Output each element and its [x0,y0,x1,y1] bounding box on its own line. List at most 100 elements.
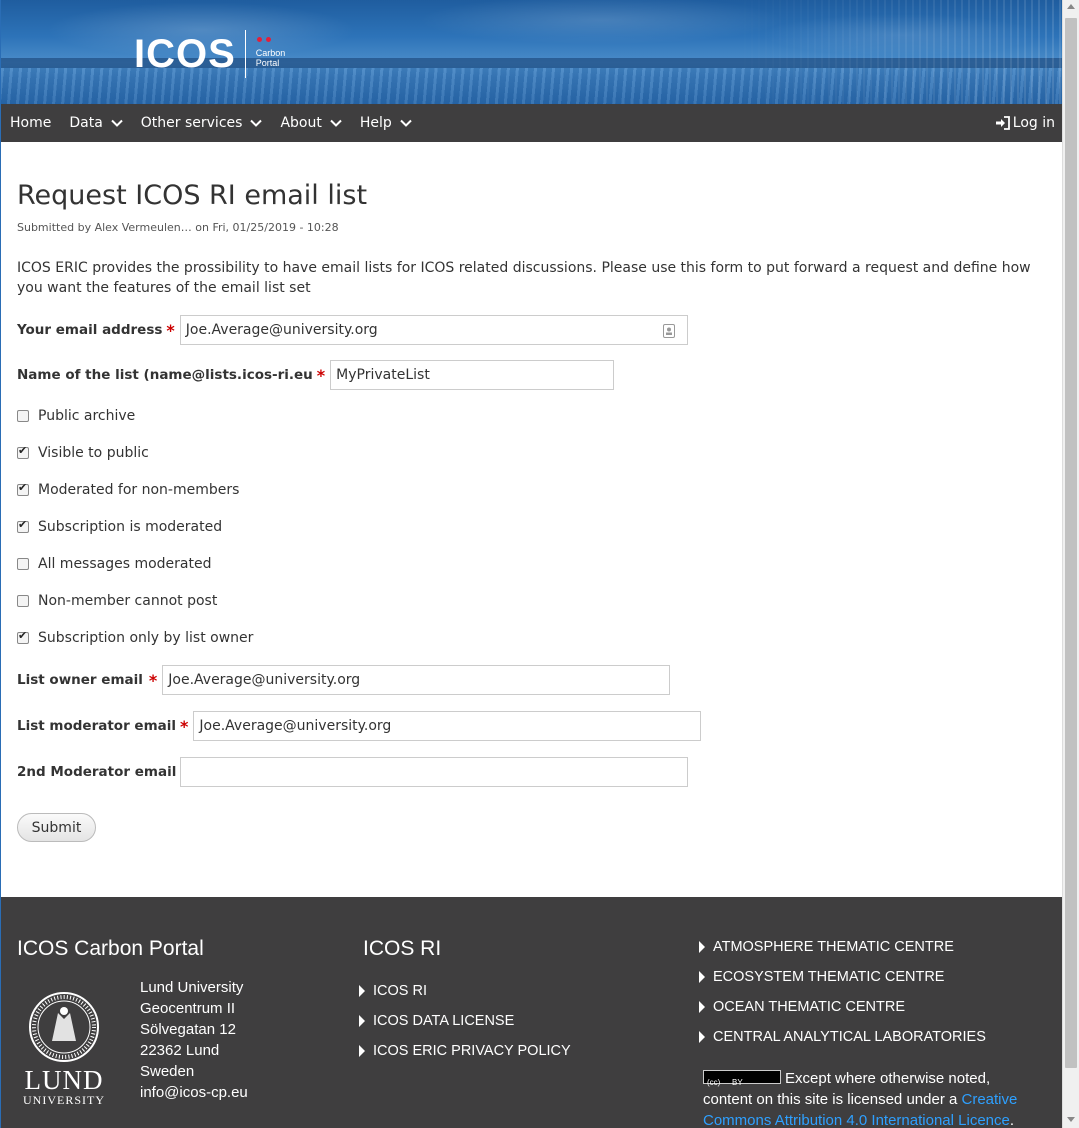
email-value: Joe.Average@university.org [185,322,378,338]
moderator-email-input[interactable]: Joe.Average@university.org [193,711,702,741]
email-input[interactable]: Joe.Average@university.org [179,315,688,345]
submit-button[interactable]: Submit [17,813,96,842]
cc-mark-icon: (cc) [707,1078,721,1087]
owner-email-label: List owner email [17,672,143,688]
footer-link-ocean[interactable]: OCEAN THEMATIC CENTRE [699,999,905,1015]
triangle-right-icon [699,1001,705,1013]
checkbox-non-member-cannot-post[interactable]: Non-member cannot post [17,593,217,609]
email-label: Your email address [17,322,163,338]
footer-link-atmosphere[interactable]: ATMOSPHERE THEMATIC CENTRE [699,939,954,955]
checkbox-box[interactable] [17,481,29,496]
nav-home[interactable]: Home [1,104,60,142]
required-marker: * [180,716,189,736]
vertical-scrollbar[interactable] [1062,0,1079,1128]
nav-help[interactable]: Help [351,104,421,142]
license-end: . [1009,1112,1015,1128]
checkbox-box[interactable] [17,629,29,644]
address-line: Sölvegatan 12 [140,1021,236,1038]
triangle-right-icon [699,941,705,953]
cc-by-label: BY [732,1078,743,1087]
checkbox-box[interactable] [17,595,29,607]
nav-about-label: About [280,115,322,131]
checkbox-visible-to-public[interactable]: Visible to public [17,444,149,461]
nav-data[interactable]: Data [60,104,131,142]
footer-link-central-labs[interactable]: CENTRAL ANALYTICAL LABORATORIES [699,1029,986,1045]
triangle-right-icon [359,985,365,997]
checkbox-public-archive[interactable]: Public archive [17,408,135,424]
moderator2-email-field-row: 2nd Moderator email [17,757,689,787]
list-name-value: MyPrivateList [336,367,430,383]
address-line: Sweden [140,1063,195,1080]
required-marker: * [148,670,158,690]
footer-link-ecosystem[interactable]: ECOSYSTEM THEMATIC CENTRE [699,969,944,985]
list-name-input[interactable]: MyPrivateList [330,360,615,390]
checkbox-box[interactable] [17,410,29,422]
footer-link-label: CENTRAL ANALYTICAL LABORATORIES [713,1029,986,1045]
header-banner: ICOS Carbon Portal [1,0,1062,104]
footer-link-label: ECOSYSTEM THEMATIC CENTRE [713,969,945,985]
logo-subtitle: Carbon Portal [255,37,286,68]
lund-seal-icon [29,992,99,1062]
site-footer: ICOS Carbon Portal LUND UNIVERSITY Lund … [1,897,1062,1128]
nav-other-services[interactable]: Other services [132,104,272,142]
moderator-email-label: List moderator email [17,718,177,734]
checkbox-label: Non-member cannot post [38,593,218,609]
browser-viewport: ICOS Carbon Portal Home Data Other servi… [0,0,1062,1128]
footer-link-data-license[interactable]: ICOS DATA LICENSE [359,1013,514,1029]
checkbox-label: Visible to public [38,445,149,461]
moderator-email-value: Joe.Average@university.org [199,718,392,734]
checkbox-label: Subscription only by list owner [38,630,254,646]
address-line: 22362 Lund [140,1042,220,1059]
moderator2-email-input[interactable] [180,757,689,787]
lund-university-logo[interactable]: LUND UNIVERSITY [22,991,106,1108]
email-field-row: Your email address * Joe.Average@univers… [17,315,688,345]
address-line: Lund University [140,979,244,996]
list-name-label: Name of the list (name@lists.icos-ri.eu [17,367,313,383]
checkbox-label: Subscription is moderated [38,519,223,535]
login-link[interactable]: Log in [995,104,1055,142]
checkbox-all-messages-moderated[interactable]: All messages moderated [17,556,212,572]
footer-title-carbon-portal: ICOS Carbon Portal [17,937,204,960]
footer-link-label: OCEAN THEMATIC CENTRE [713,999,906,1015]
banner-data-overlay [723,0,1062,104]
nav-other-services-label: Other services [140,115,243,131]
main-nav: Home Data Other services About Help Log … [1,104,1062,142]
required-marker: * [316,365,326,385]
submitted-info: Submitted by Alex Vermeulen… on Fri, 01/… [17,221,339,234]
footer-address: Lund University Geocentrum II Sölvegatan… [140,977,248,1103]
logo-dots [256,37,271,42]
checkbox-box[interactable] [17,444,29,459]
icos-logo[interactable]: ICOS Carbon Portal [134,30,285,78]
footer-link-icos-ri[interactable]: ICOS RI [359,983,427,999]
contact-card-icon [662,324,675,338]
scroll-up-arrow-icon[interactable] [1067,4,1075,9]
checkbox-label: All messages moderated [38,556,212,572]
footer-link-label: ICOS DATA LICENSE [373,1013,515,1029]
footer-email-link[interactable]: info@icos-cp.eu [140,1082,248,1103]
footer-title-icos-ri: ICOS RI [363,937,442,960]
scroll-down-arrow-icon[interactable] [1067,1117,1075,1122]
checkbox-moderated-non-members[interactable]: Moderated for non-members [17,481,239,498]
logo-divider [244,30,246,78]
address-line: Geocentrum II [140,1000,236,1017]
triangle-right-icon [359,1015,365,1027]
nav-about[interactable]: About [271,104,350,142]
page-title: Request ICOS RI email list [17,180,368,211]
owner-email-input[interactable]: Joe.Average@university.org [162,665,671,695]
logo-sub-line1: Carbon [255,48,286,58]
footer-link-label: ICOS ERIC PRIVACY POLICY [373,1043,571,1059]
triangle-right-icon [699,1031,705,1043]
footer-link-privacy-policy[interactable]: ICOS ERIC PRIVACY POLICY [359,1043,571,1059]
checkbox-box[interactable] [17,518,29,533]
lund-sub: UNIVERSITY [23,1093,105,1107]
cc-by-badge[interactable]: (cc) BY [703,1070,781,1087]
owner-email-value: Joe.Average@university.org [168,672,361,688]
logo-word: ICOS [134,31,236,76]
checkbox-box[interactable] [17,558,29,570]
scrollbar-thumb[interactable] [1065,18,1077,1068]
login-label: Log in [1012,115,1055,131]
checkbox-subscription-owner-only[interactable]: Subscription only by list owner [17,629,254,646]
footer-link-label: ICOS RI [373,983,427,999]
triangle-right-icon [359,1045,365,1057]
checkbox-subscription-moderated[interactable]: Subscription is moderated [17,518,223,535]
